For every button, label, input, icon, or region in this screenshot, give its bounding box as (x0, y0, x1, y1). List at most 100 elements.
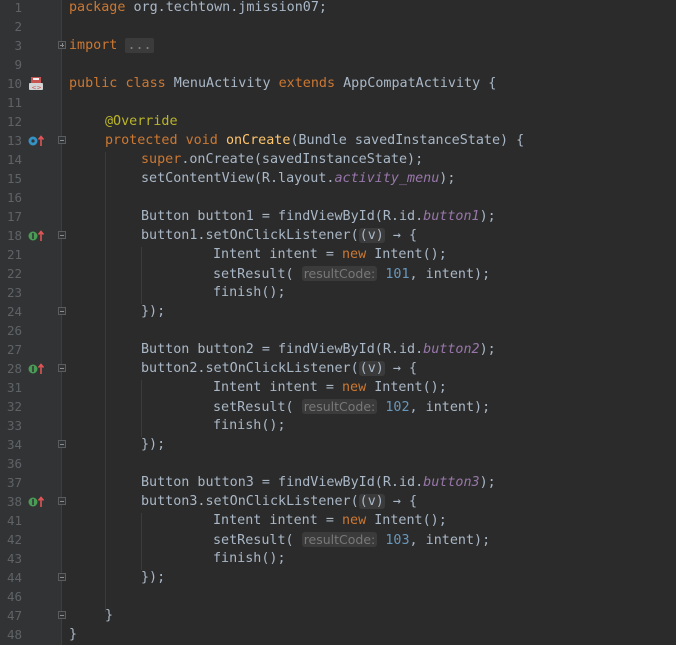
parameter-hint: resultCode: (301, 399, 378, 414)
line-number: 11 (6, 95, 22, 110)
code-text: setResult( resultCode: 102, intent); (213, 399, 491, 415)
lambda-implement-icon[interactable] (28, 495, 46, 508)
code-line[interactable]: 42 setResult( resultCode: 103, intent); (0, 530, 676, 549)
code-line[interactable]: 2 (0, 17, 676, 36)
code-text: public class MenuActivity extends AppCom… (69, 76, 497, 91)
line-number: 2 (14, 19, 22, 34)
line-number: 22 (6, 266, 22, 281)
code-text: Intent intent = new Intent(); (213, 513, 447, 528)
code-line[interactable]: 10 <> public class MenuActivity extends … (0, 74, 676, 93)
code-line[interactable]: 13 protected void onCreate(Bundle savedI… (0, 131, 676, 150)
code-text: }); (141, 570, 166, 585)
code-line[interactable]: 26 (0, 321, 676, 340)
line-number: 9 (14, 57, 22, 72)
fold-collapse-icon[interactable] (58, 231, 66, 239)
code-line[interactable]: 9 (0, 55, 676, 74)
parameter-hint: resultCode: (301, 532, 378, 547)
code-line[interactable]: 43 finish(); (0, 549, 676, 568)
line-number: 3 (14, 38, 22, 53)
code-text: Button button2 = findViewById(R.id.butto… (141, 342, 496, 357)
code-text: setContentView(R.layout.activity_menu); (141, 171, 456, 186)
fold-collapse-icon[interactable] (58, 307, 66, 315)
code-line[interactable]: 27 Button button2 = findViewById(R.id.bu… (0, 340, 676, 359)
code-line[interactable]: 47 } (0, 606, 676, 625)
folded-imports[interactable]: ... (125, 38, 154, 53)
code-line[interactable]: 24 }); (0, 302, 676, 321)
code-line[interactable]: 38 button3.setOnClickListener((v) → { (0, 492, 676, 511)
code-line[interactable]: 18 button1.setOnClickListener((v) → { (0, 226, 676, 245)
parameter-hint: resultCode: (301, 266, 378, 281)
line-number: 44 (6, 570, 22, 585)
code-line[interactable]: 15 setContentView(R.layout.activity_menu… (0, 169, 676, 188)
code-text: package org.techtown.jmission07; (69, 0, 327, 15)
code-text: }); (141, 437, 166, 452)
code-text: } (105, 608, 114, 623)
line-number: 23 (6, 285, 22, 300)
code-text: Intent intent = new Intent(); (213, 380, 447, 395)
line-number: 12 (6, 114, 22, 129)
line-number: 16 (6, 190, 22, 205)
code-line[interactable]: 48 } (0, 625, 676, 644)
fold-collapse-icon[interactable] (58, 440, 66, 448)
code-text: finish(); (213, 418, 286, 433)
fold-collapse-icon[interactable] (58, 136, 66, 144)
line-number: 26 (6, 323, 22, 338)
code-text: Intent intent = new Intent(); (213, 247, 447, 262)
line-number: 24 (6, 304, 22, 319)
code-line[interactable]: 36 (0, 454, 676, 473)
code-text: setResult( resultCode: 103, intent); (213, 532, 491, 548)
code-text: protected void onCreate(Bundle savedInst… (105, 133, 525, 148)
code-line[interactable]: 1 package org.techtown.jmission07; (0, 0, 676, 17)
line-number: 34 (6, 437, 22, 452)
code-line[interactable]: 33 finish(); (0, 416, 676, 435)
override-method-icon[interactable] (28, 134, 46, 147)
code-line[interactable]: 23 finish(); (0, 283, 676, 302)
code-text: }); (141, 304, 166, 319)
code-line[interactable]: 21 Intent intent = new Intent(); (0, 245, 676, 264)
code-line[interactable]: 31 Intent intent = new Intent(); (0, 378, 676, 397)
code-line[interactable]: 46 (0, 587, 676, 606)
line-number: 14 (6, 152, 22, 167)
fold-collapse-icon[interactable] (58, 611, 66, 619)
line-number: 37 (6, 475, 22, 490)
line-number: 36 (6, 456, 22, 471)
fold-collapse-icon[interactable] (58, 364, 66, 372)
activity-layout-icon[interactable]: <> (28, 77, 46, 92)
code-text: import ... (69, 38, 154, 53)
code-editor[interactable]: 1 package org.techtown.jmission07; 2 3 i… (0, 0, 676, 645)
line-number: 33 (6, 418, 22, 433)
line-number: 21 (6, 247, 22, 262)
line-number: 31 (6, 380, 22, 395)
code-line[interactable]: 32 setResult( resultCode: 102, intent); (0, 397, 676, 416)
line-number: 48 (6, 627, 22, 642)
code-line[interactable]: 16 (0, 188, 676, 207)
code-line[interactable]: 11 (0, 93, 676, 112)
lambda-implement-icon[interactable] (28, 229, 46, 242)
line-number: 27 (6, 342, 22, 357)
line-number: 32 (6, 399, 22, 414)
line-number: 17 (6, 209, 22, 224)
code-line[interactable]: 37 Button button3 = findViewById(R.id.bu… (0, 473, 676, 492)
code-line[interactable]: 14 super.onCreate(savedInstanceState); (0, 150, 676, 169)
code-text: } (69, 627, 78, 642)
code-line[interactable]: 22 setResult( resultCode: 101, intent); (0, 264, 676, 283)
code-line[interactable]: 28 button2.setOnClickListener((v) → { (0, 359, 676, 378)
lambda-implement-icon[interactable] (28, 362, 46, 375)
code-line[interactable]: 3 import ... (0, 36, 676, 55)
code-line[interactable]: 17 Button button1 = findViewById(R.id.bu… (0, 207, 676, 226)
fold-collapse-icon[interactable] (58, 497, 66, 505)
fold-collapse-icon[interactable] (58, 573, 66, 581)
code-line[interactable]: 44 }); (0, 568, 676, 587)
code-line[interactable]: 12 @Override (0, 112, 676, 131)
code-text: super.onCreate(savedInstanceState); (141, 152, 424, 167)
line-number: 10 (6, 76, 22, 91)
code-text: finish(); (213, 551, 286, 566)
line-number: 13 (6, 133, 22, 148)
line-number: 28 (6, 361, 22, 376)
code-line[interactable]: 41 Intent intent = new Intent(); (0, 511, 676, 530)
code-text: Button button3 = findViewById(R.id.butto… (141, 475, 496, 490)
code-line[interactable]: 34 }); (0, 435, 676, 454)
code-text: button3.setOnClickListener((v) → { (141, 494, 418, 509)
code-text: setResult( resultCode: 101, intent); (213, 266, 491, 282)
fold-expand-icon[interactable] (58, 41, 66, 49)
